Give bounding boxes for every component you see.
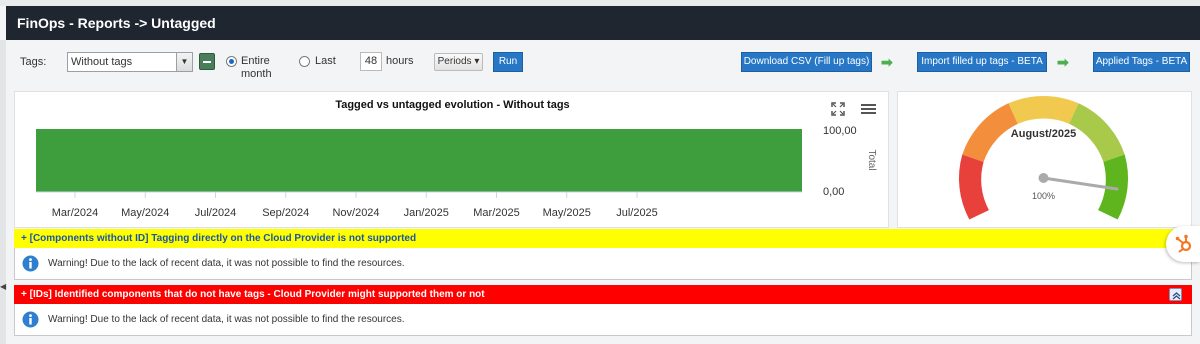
collapse-left-arrow-icon[interactable]: ◀	[0, 283, 6, 291]
chart-panel: Tagged vs untagged evolution - Without t…	[14, 91, 889, 228]
gauge-band-yellow	[1008, 95, 1079, 124]
collapse-section-button[interactable]	[1169, 288, 1182, 301]
arrow-right-icon: ➡	[1057, 54, 1069, 70]
info-icon	[22, 311, 39, 328]
tags-select-value: Without tags	[71, 56, 133, 68]
gauge-value-label: 100%	[1032, 191, 1055, 201]
x-tick-label: Mar/2025	[473, 207, 519, 219]
hubspot-chat-button[interactable]	[1166, 226, 1200, 262]
section-ids-title: + [IDs] Identified components that do no…	[21, 289, 485, 300]
periods-dropdown-button[interactable]: Periods ▾	[434, 53, 483, 71]
download-csv-button[interactable]: Download CSV (Fill up tags)	[741, 52, 872, 72]
section-ids-header[interactable]: + [IDs] Identified components that do no…	[14, 285, 1192, 304]
page-title: FinOps - Reports -> Untagged	[6, 6, 1200, 40]
left-edge	[0, 40, 6, 344]
y-tick-label: 100,00	[823, 125, 857, 137]
last-label: Last	[315, 55, 336, 67]
chevron-up-icon	[1172, 292, 1181, 300]
run-button[interactable]: Run	[493, 52, 523, 72]
hours-label: hours	[386, 55, 414, 67]
gauge-chart: August/2025 100%	[958, 95, 1129, 220]
x-tick-label: Jan/2025	[404, 207, 449, 219]
section-ids-body: Warning! Due to the lack of recent data,…	[14, 304, 1192, 336]
section-components-without-id-body: Warning! Due to the lack of recent data,…	[14, 248, 1192, 280]
x-tick-label: Mar/2024	[52, 207, 98, 219]
tags-select[interactable]: Without tags ▼	[67, 52, 193, 72]
gauge-band-orange	[962, 103, 1018, 162]
entire-month-label-1: Entire	[241, 55, 270, 67]
gauge-panel: August/2025 100%	[897, 91, 1192, 228]
warning-message: Warning! Due to the lack of recent data,…	[48, 314, 405, 325]
x-tick-label: Sep/2024	[262, 207, 309, 219]
section-components-without-id-header[interactable]: + [Components without ID] Tagging direct…	[14, 229, 1192, 248]
import-tags-button[interactable]: Import filled up tags - BETA	[917, 52, 1047, 72]
y-axis-label: Total	[866, 149, 877, 170]
remove-tag-button[interactable]	[199, 53, 215, 70]
chart-plot: Mar/2024 May/2024 Jul/2024 Sep/2024 Nov/2024…	[36, 125, 877, 219]
x-tick-label: Nov/2024	[332, 207, 379, 219]
warning-message: Warning! Due to the lack of recent data,…	[48, 258, 405, 269]
hubspot-icon	[1175, 234, 1192, 253]
applied-tags-button[interactable]: Applied Tags - BETA	[1093, 52, 1190, 72]
hours-input[interactable]: 48	[360, 52, 382, 71]
gauge-pivot	[1038, 173, 1049, 183]
x-tick-label: Jul/2025	[616, 207, 658, 219]
x-tick-label: May/2024	[121, 207, 169, 219]
last-hours-radio[interactable]	[299, 56, 310, 67]
x-tick-label: Jul/2024	[195, 207, 237, 219]
arrow-right-icon: ➡	[881, 54, 893, 70]
entire-month-label-2: month	[241, 68, 272, 80]
chevron-down-icon[interactable]: ▼	[176, 53, 192, 71]
x-tick-label: May/2025	[543, 207, 591, 219]
series-area	[36, 129, 802, 192]
y-tick-label: 0,00	[823, 186, 844, 198]
gauge-title: August/2025	[1011, 128, 1076, 140]
gauge-band-red	[958, 154, 989, 220]
tags-label: Tags:	[20, 56, 47, 68]
entire-month-radio[interactable]	[226, 56, 237, 67]
info-icon	[22, 255, 39, 272]
gauge-band-lightgreen	[1069, 103, 1125, 162]
